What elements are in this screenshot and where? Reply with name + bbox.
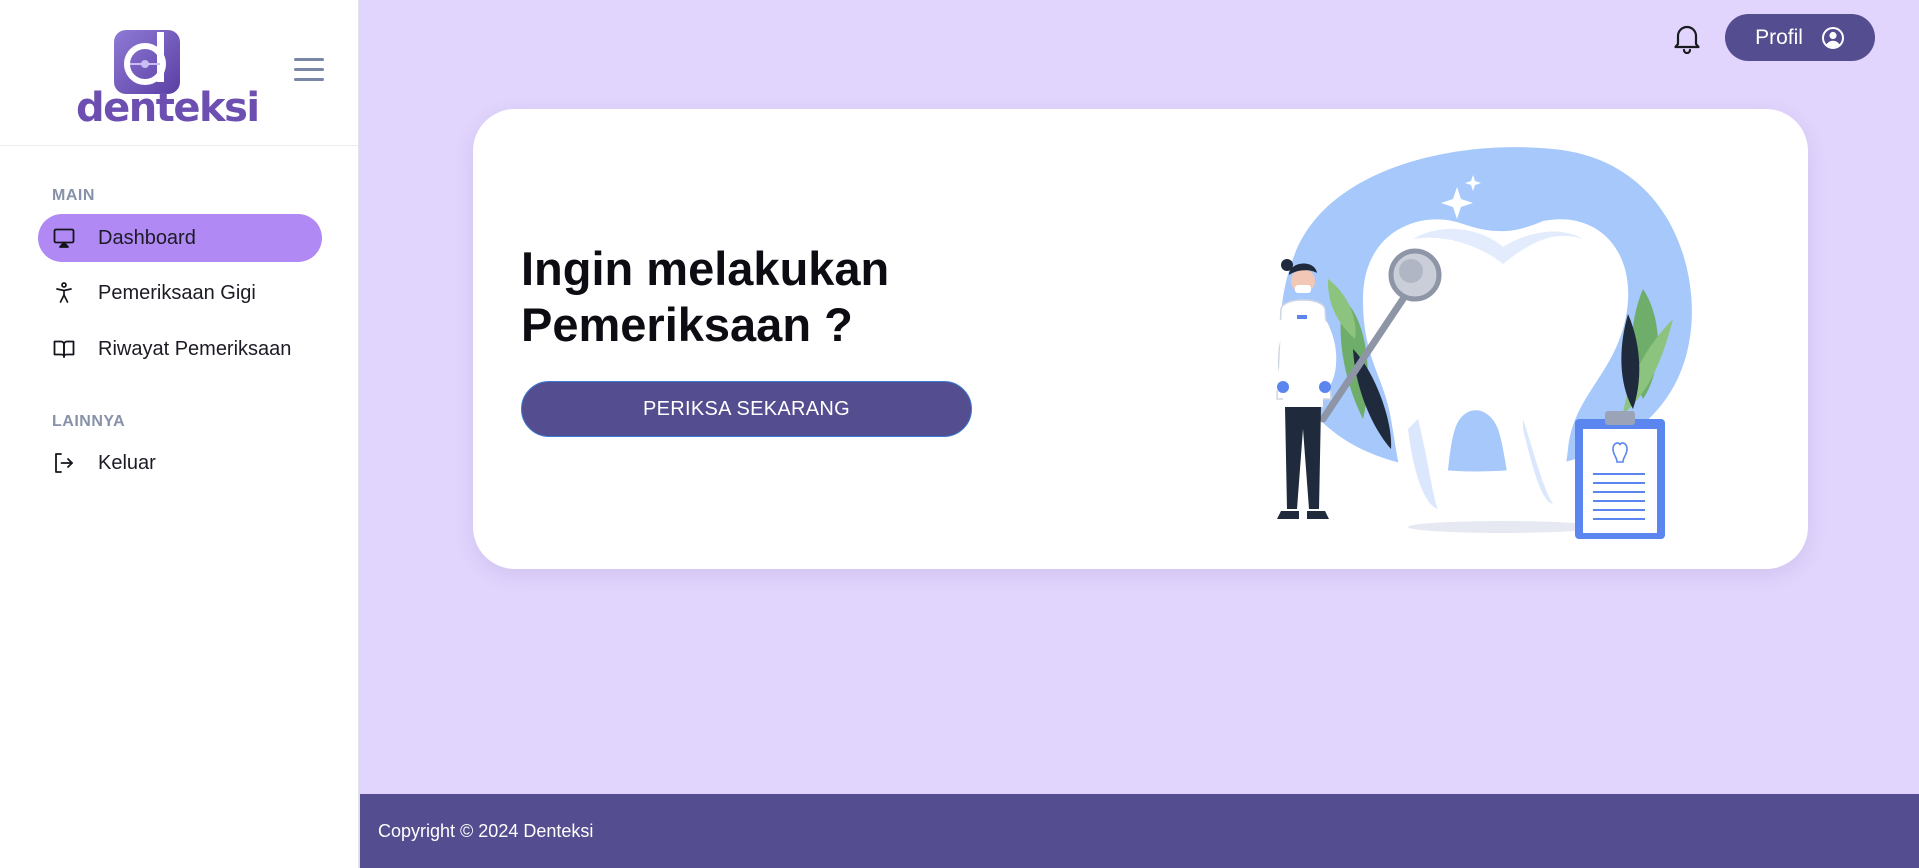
open-book-icon — [52, 337, 76, 361]
copyright-text: Copyright © 2024 Denteksi — [378, 821, 594, 841]
monitor-icon — [52, 226, 76, 250]
section-label-main: MAIN — [52, 187, 95, 204]
footer: Copyright © 2024 Denteksi — [360, 794, 1919, 868]
logout-icon — [52, 451, 76, 475]
periksa-sekarang-button[interactable]: PERIKSA SEKARANG — [521, 381, 972, 437]
hero-card: Ingin melakukan Pemeriksaan ? PERIKSA SE… — [473, 109, 1808, 569]
sidebar-item-dashboard[interactable]: Dashboard — [38, 214, 322, 262]
user-circle-icon — [1821, 26, 1844, 49]
sidebar-item-pemeriksaan-gigi[interactable]: Pemeriksaan Gigi — [38, 269, 322, 317]
bell-icon[interactable] — [1672, 22, 1702, 55]
dentist-with-tooth-illustration — [1267, 147, 1692, 539]
sidebar-item-label: Pemeriksaan Gigi — [98, 281, 256, 304]
sidebar-item-label: Riwayat Pemeriksaan — [98, 337, 292, 360]
menu-toggle-icon[interactable] — [294, 58, 324, 82]
profile-label: Profil — [1755, 25, 1803, 49]
hero-headline: Ingin melakukan Pemeriksaan ? — [521, 242, 890, 351]
brand-name: denteksi — [76, 85, 260, 131]
sidebar-item-label: Dashboard — [98, 226, 196, 249]
denteksi-logo[interactable]: denteksi — [76, 26, 260, 130]
sidebar-item-riwayat-pemeriksaan[interactable]: Riwayat Pemeriksaan — [38, 325, 322, 373]
profile-button[interactable]: Profil — [1725, 14, 1875, 61]
accessibility-person-icon — [52, 281, 76, 305]
sidebar-item-keluar[interactable]: Keluar — [38, 439, 322, 487]
sidebar-item-label: Keluar — [98, 451, 156, 474]
section-label-lainnya: LAINNYA — [52, 413, 126, 430]
sidebar: denteksi MAIN Dashboard Pemeriksaan Gigi — [0, 0, 359, 868]
brand-header: denteksi — [0, 0, 358, 146]
